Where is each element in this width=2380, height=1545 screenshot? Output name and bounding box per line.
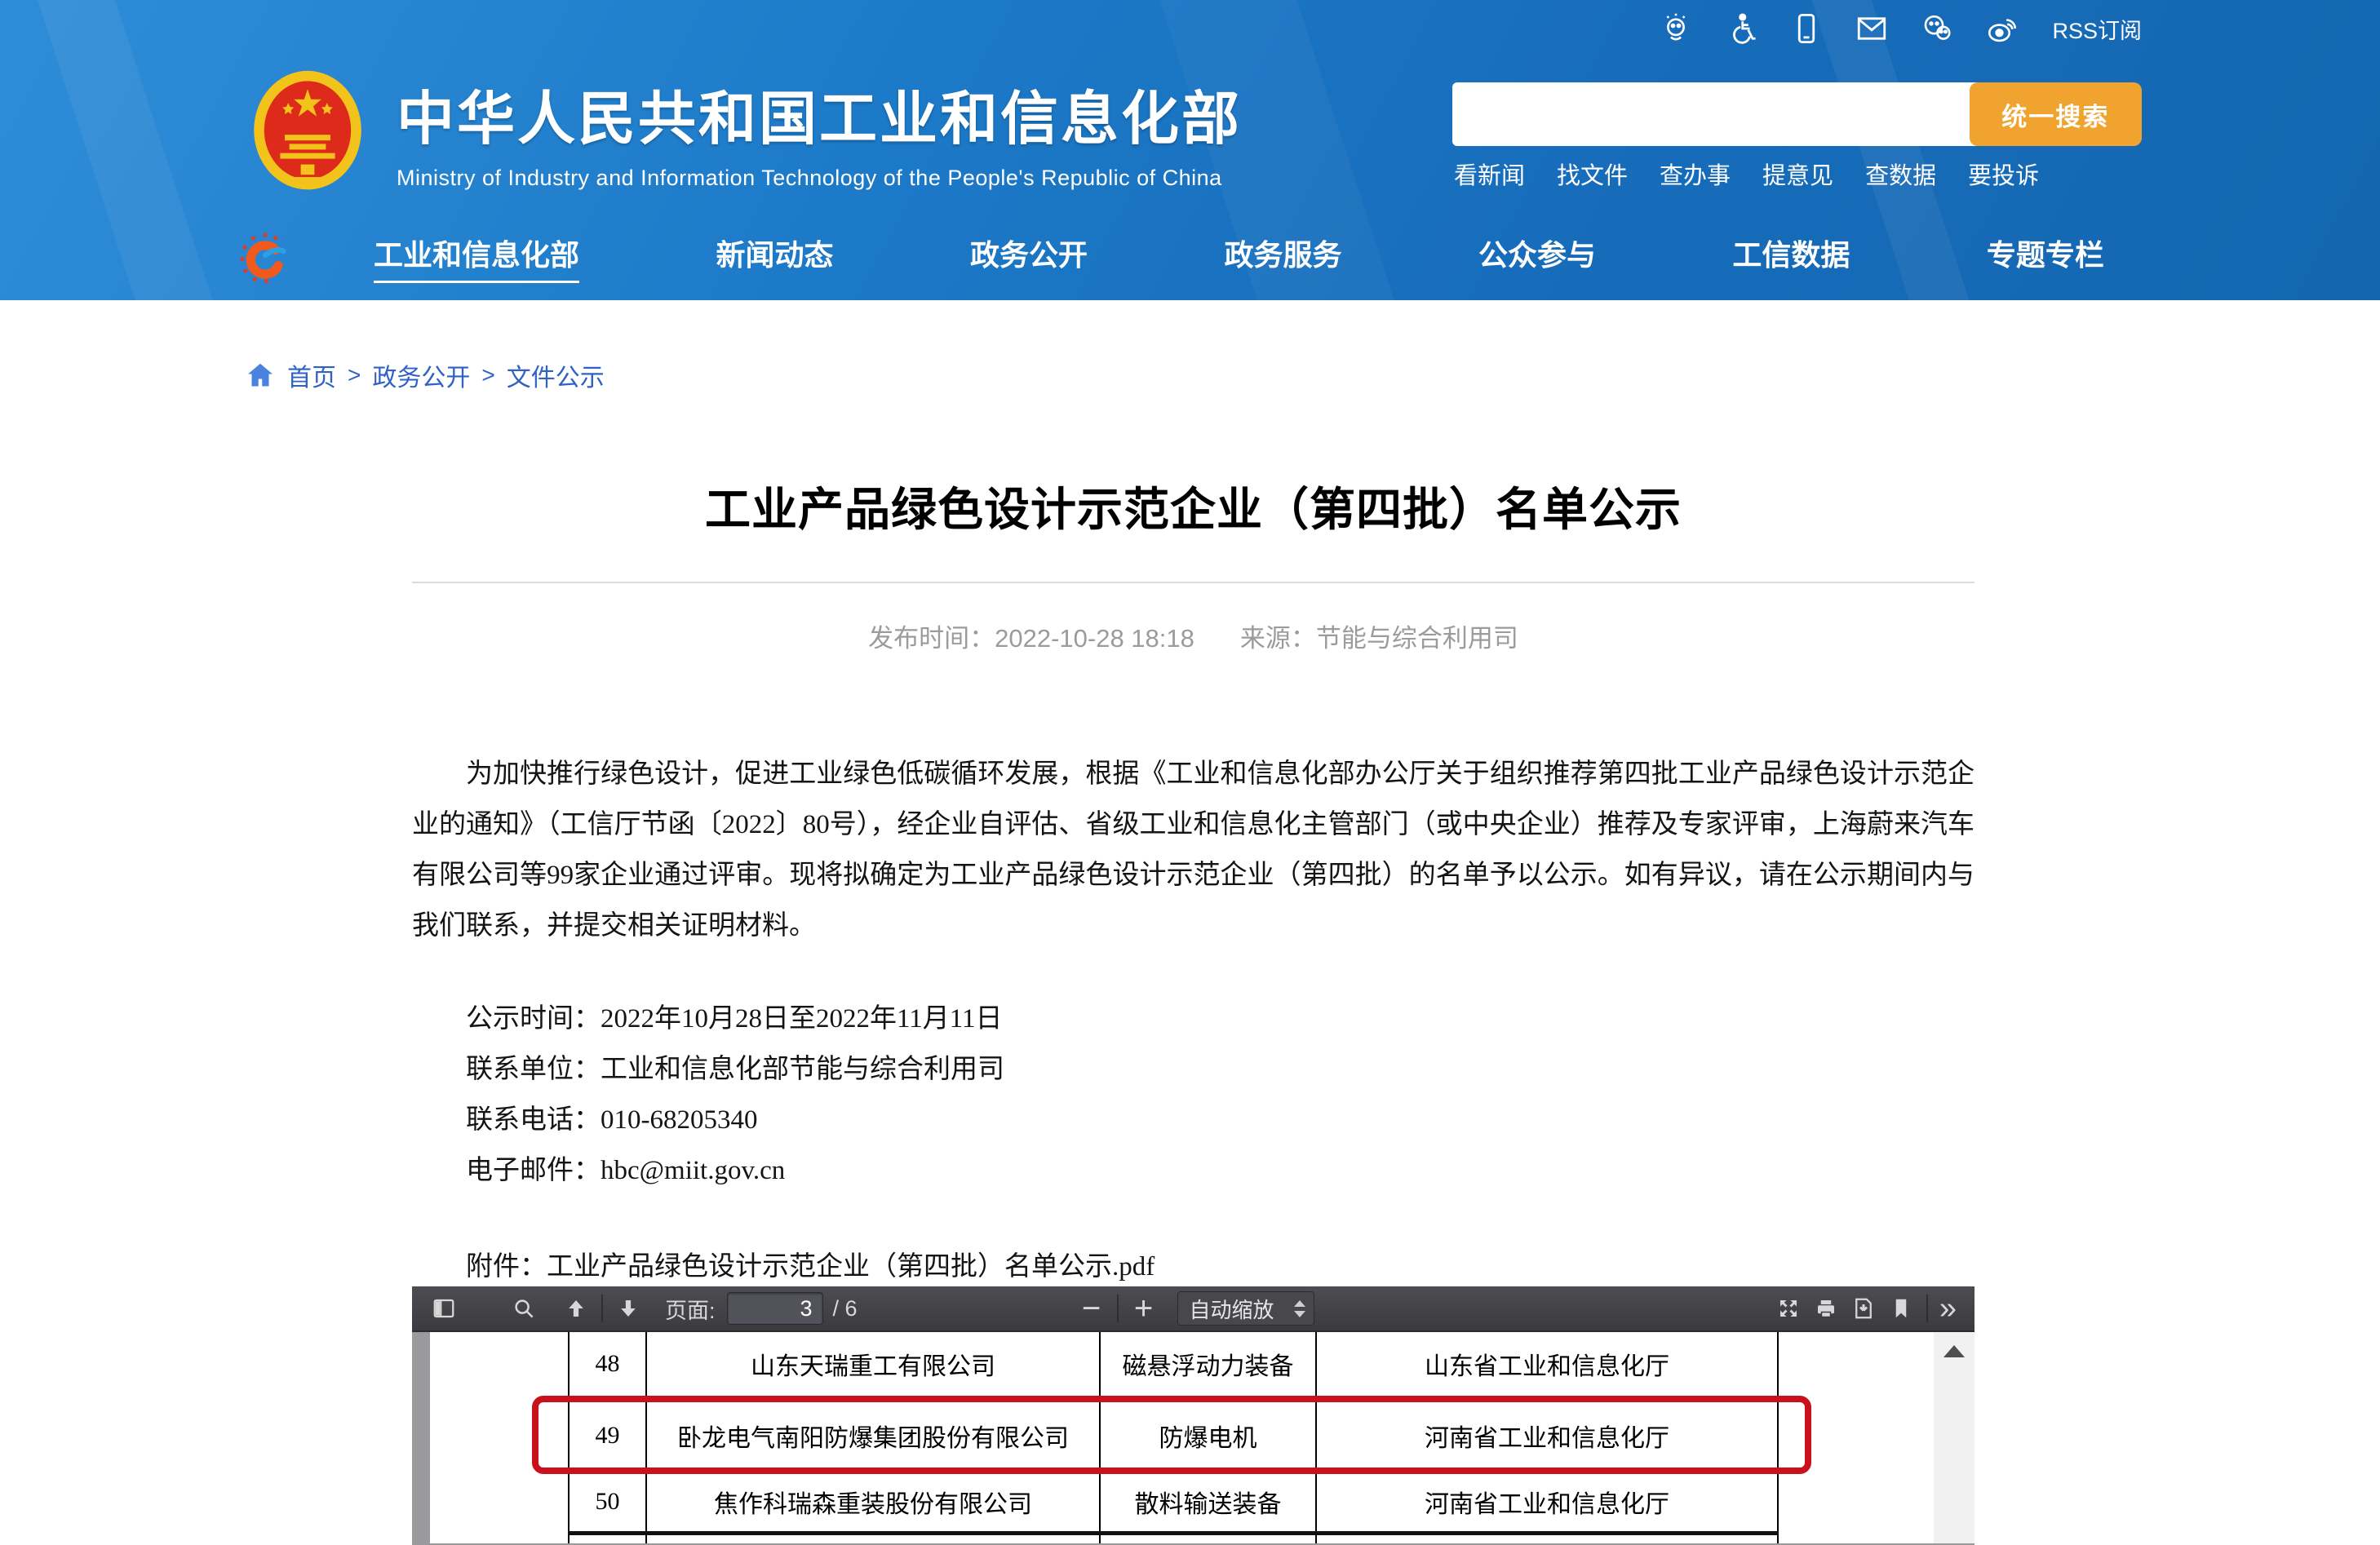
cell-authority: 河南省工业和信息化厅 bbox=[1315, 1401, 1779, 1470]
cell-num: 49 bbox=[568, 1401, 645, 1470]
pdf-scrollbar[interactable] bbox=[1934, 1332, 1974, 1543]
zoom-out-icon[interactable]: − bbox=[1073, 1292, 1110, 1325]
contact-phone-line: 联系电话：010-68205340 bbox=[466, 1095, 1974, 1145]
sidebar-toggle-icon[interactable] bbox=[425, 1290, 463, 1326]
header-utility-icons: RSS订阅 bbox=[1657, 10, 2142, 47]
cell-authority: 河南省工业和信息化厅 bbox=[1315, 1472, 1779, 1531]
site-header: 中华人民共和国工业和信息化部 Ministry of Industry and … bbox=[0, 0, 2380, 300]
page-up-icon[interactable] bbox=[557, 1290, 595, 1326]
rss-subscribe-link[interactable]: RSS订阅 bbox=[2052, 13, 2142, 45]
table-row-partial bbox=[568, 1535, 1779, 1543]
table-row: 48 山东天瑞重工有限公司 磁悬浮动力装备 山东省工业和信息化厅 bbox=[568, 1332, 1779, 1401]
presentation-mode-icon[interactable] bbox=[1770, 1290, 1807, 1326]
cell-company: 卧龙电气南阳防爆集团股份有限公司 bbox=[645, 1401, 1099, 1470]
site-title-cn: 中华人民共和国工业和信息化部 bbox=[397, 73, 1242, 156]
page-number-input[interactable] bbox=[727, 1292, 823, 1325]
quick-links: 看新闻 找文件 查办事 提意见 查数据 要投诉 bbox=[1454, 157, 2039, 191]
nav-item-public[interactable]: 公众参与 bbox=[1478, 232, 1596, 283]
page: 中华人民共和国工业和信息化部 Ministry of Industry and … bbox=[0, 0, 2380, 1545]
mobile-icon[interactable] bbox=[1788, 10, 1825, 47]
article-meta: 发布时间：2022-10-28 18:18 来源：节能与综合利用司 bbox=[412, 618, 1974, 654]
pdf-page-area: 48 山东天瑞重工有限公司 磁悬浮动力装备 山东省工业和信息化厅 49 卧龙电气… bbox=[412, 1332, 1974, 1543]
quick-link-services[interactable]: 查办事 bbox=[1660, 157, 1731, 191]
page-label: 页面: bbox=[665, 1293, 716, 1325]
nav-item-gov-services[interactable]: 政务服务 bbox=[1224, 232, 1341, 283]
mail-icon[interactable] bbox=[1853, 10, 1890, 47]
breadcrumb-separator: > bbox=[348, 362, 361, 388]
zoom-mode-value: 自动缩放 bbox=[1190, 1294, 1274, 1324]
cell-authority: 山东省工业和信息化厅 bbox=[1315, 1332, 1779, 1400]
quick-link-complaint[interactable]: 要投诉 bbox=[1968, 157, 2039, 191]
cell-company: 焦作科瑞森重装股份有限公司 bbox=[645, 1472, 1099, 1531]
contact-block: 公示时间：2022年10月28日至2022年11月11日 联系单位：工业和信息化… bbox=[412, 994, 1974, 1196]
unified-search-button[interactable]: 统一搜索 bbox=[1970, 82, 2142, 146]
home-icon[interactable] bbox=[245, 361, 276, 390]
quick-link-suggest[interactable]: 提意见 bbox=[1762, 157, 1833, 191]
toolbar-separator bbox=[601, 1295, 603, 1322]
toolbar-separator bbox=[1117, 1295, 1119, 1322]
miit-swirl-icon bbox=[239, 232, 291, 284]
quick-link-news[interactable]: 看新闻 bbox=[1454, 157, 1525, 191]
search-input[interactable] bbox=[1452, 82, 1978, 146]
contact-email-line: 电子邮件：hbc@miit.gov.cn bbox=[466, 1145, 1974, 1196]
quick-link-files[interactable]: 找文件 bbox=[1557, 157, 1628, 191]
page-down-icon[interactable] bbox=[609, 1290, 647, 1326]
article-paragraph: 为加快推行绿色设计，促进工业绿色低碳循环发展，根据《工业和信息化部办公厅关于组织… bbox=[412, 749, 1974, 951]
nav-items: 工业和信息化部 新闻动态 政务公开 政务服务 公众参与 工信数据 专题专栏 bbox=[374, 232, 2104, 283]
scroll-up-icon[interactable] bbox=[1943, 1345, 1965, 1357]
nav-item-special[interactable]: 专题专栏 bbox=[1987, 232, 2104, 283]
quick-link-data[interactable]: 查数据 bbox=[1865, 157, 1936, 191]
page-total: / 6 bbox=[833, 1296, 858, 1321]
robot-icon[interactable] bbox=[1657, 10, 1695, 47]
publish-time-label: 发布时间： bbox=[868, 624, 995, 653]
nav-item-data[interactable]: 工信数据 bbox=[1732, 232, 1850, 283]
pdf-toolbar: 页面: / 6 − + 自动缩放 bbox=[412, 1286, 1974, 1332]
search-bar: 统一搜索 bbox=[1452, 82, 2142, 146]
cell-company: 山东天瑞重工有限公司 bbox=[645, 1332, 1099, 1400]
weibo-icon[interactable] bbox=[1983, 10, 2021, 47]
nav-item-miit[interactable]: 工业和信息化部 bbox=[374, 232, 579, 283]
site-title-en: Ministry of Industry and Information Tec… bbox=[397, 166, 1242, 191]
table-row: 50 焦作科瑞森重装股份有限公司 散料输送装备 河南省工业和信息化厅 bbox=[568, 1472, 1779, 1535]
pdf-table: 48 山东天瑞重工有限公司 磁悬浮动力装备 山东省工业和信息化厅 49 卧龙电气… bbox=[568, 1332, 1779, 1543]
more-tools-icon[interactable]: » bbox=[1935, 1293, 1961, 1324]
source-label: 来源： bbox=[1240, 624, 1316, 653]
table-row-highlighted: 49 卧龙电气南阳防爆集团股份有限公司 防爆电机 河南省工业和信息化厅 bbox=[568, 1401, 1779, 1472]
nav-item-gov-open[interactable]: 政务公开 bbox=[970, 232, 1088, 283]
page-title: 工业产品绿色设计示范企业（第四批）名单公示 bbox=[412, 473, 1974, 539]
cell-product: 磁悬浮动力装备 bbox=[1099, 1332, 1315, 1400]
title-divider bbox=[412, 582, 1974, 583]
cell-product: 散料输送装备 bbox=[1099, 1472, 1315, 1531]
zoom-mode-select[interactable]: 自动缩放 bbox=[1177, 1291, 1314, 1326]
article-body: 为加快推行绿色设计，促进工业绿色低碳循环发展，根据《工业和信息化部办公厅关于组织… bbox=[412, 749, 1974, 1292]
cell-product: 防爆电机 bbox=[1099, 1401, 1315, 1470]
attachment-line: 附件：工业产品绿色设计示范企业（第四批）名单公示.pdf bbox=[412, 1242, 1974, 1292]
publish-time-value: 2022-10-28 18:18 bbox=[995, 624, 1194, 653]
pdf-viewer: 页面: / 6 − + 自动缩放 bbox=[412, 1286, 1974, 1545]
attachment-label: 附件： bbox=[466, 1252, 547, 1282]
breadcrumb-home[interactable]: 首页 bbox=[287, 357, 336, 393]
download-icon[interactable] bbox=[1845, 1290, 1882, 1326]
accessibility-icon[interactable] bbox=[1722, 10, 1760, 47]
cell-num: 50 bbox=[568, 1472, 645, 1531]
nav-item-news[interactable]: 新闻动态 bbox=[716, 232, 833, 283]
site-logo[interactable]: 中华人民共和国工业和信息化部 Ministry of Industry and … bbox=[250, 69, 1242, 194]
search-icon[interactable] bbox=[505, 1290, 543, 1326]
toolbar-separator bbox=[1926, 1295, 1928, 1322]
attachment-pdf-link[interactable]: 工业产品绿色设计示范企业（第四批）名单公示.pdf bbox=[547, 1252, 1155, 1282]
main-nav: 工业和信息化部 新闻动态 政务公开 政务服务 公众参与 工信数据 专题专栏 bbox=[0, 214, 2380, 300]
article: 工业产品绿色设计示范企业（第四批）名单公示 发布时间：2022-10-28 18… bbox=[412, 300, 1974, 1292]
cell-num: 48 bbox=[568, 1332, 645, 1400]
contact-unit-line: 联系单位：工业和信息化部节能与综合利用司 bbox=[466, 1044, 1974, 1095]
national-emblem-icon bbox=[250, 69, 366, 194]
bookmark-icon[interactable] bbox=[1882, 1290, 1920, 1326]
zoom-select-arrows-icon bbox=[1294, 1300, 1305, 1317]
source-value: 节能与综合利用司 bbox=[1316, 624, 1518, 653]
zoom-in-icon[interactable]: + bbox=[1125, 1292, 1163, 1325]
pdf-page: 48 山东天瑞重工有限公司 磁悬浮动力装备 山东省工业和信息化厅 49 卧龙电气… bbox=[430, 1332, 1934, 1543]
publicity-period-line: 公示时间：2022年10月28日至2022年11月11日 bbox=[466, 994, 1974, 1044]
print-icon[interactable] bbox=[1807, 1290, 1845, 1326]
wechat-icon[interactable] bbox=[1918, 10, 1956, 47]
